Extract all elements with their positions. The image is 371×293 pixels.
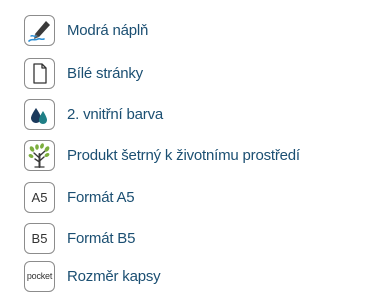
feature-label: Rozměr kapsy <box>67 267 161 285</box>
feature-label: Bílé stránky <box>67 64 143 82</box>
feature-item-pocket-size: pocket Rozměr kapsy <box>24 260 161 292</box>
format-a5-icon: A5 <box>24 181 55 213</box>
feature-item-format-a5: A5 Formát A5 <box>24 181 135 213</box>
format-a5-icon-text: A5 <box>31 189 48 205</box>
feature-item-white-pages: Bílé stránky <box>24 57 143 89</box>
feature-label: Formát B5 <box>67 229 136 247</box>
format-b5-icon-text: B5 <box>31 230 48 246</box>
pocket-size-icon-text: pocket <box>26 271 53 281</box>
feature-label: Formát A5 <box>67 188 135 206</box>
feature-list: Modrá náplň Bílé stránky 2. vnitřní barv… <box>0 0 371 293</box>
feature-label: 2. vnitřní barva <box>67 105 164 123</box>
feature-item-eco-friendly: Produkt šetrný k životnímu prostředí <box>24 139 300 171</box>
pen-icon <box>24 14 55 46</box>
feature-label: Modrá náplň <box>67 21 149 39</box>
feature-item-blue-refill: Modrá náplň <box>24 14 148 46</box>
pocket-size-icon: pocket <box>24 260 55 292</box>
feature-item-inner-color: 2. vnitřní barva <box>24 98 163 130</box>
tree-icon <box>24 139 55 171</box>
format-b5-icon: B5 <box>24 222 55 254</box>
feature-label: Produkt šetrný k životnímu prostředí <box>67 146 300 164</box>
feature-item-format-b5: B5 Formát B5 <box>24 222 135 254</box>
ink-drops-icon <box>24 98 55 130</box>
page-icon <box>24 57 55 89</box>
